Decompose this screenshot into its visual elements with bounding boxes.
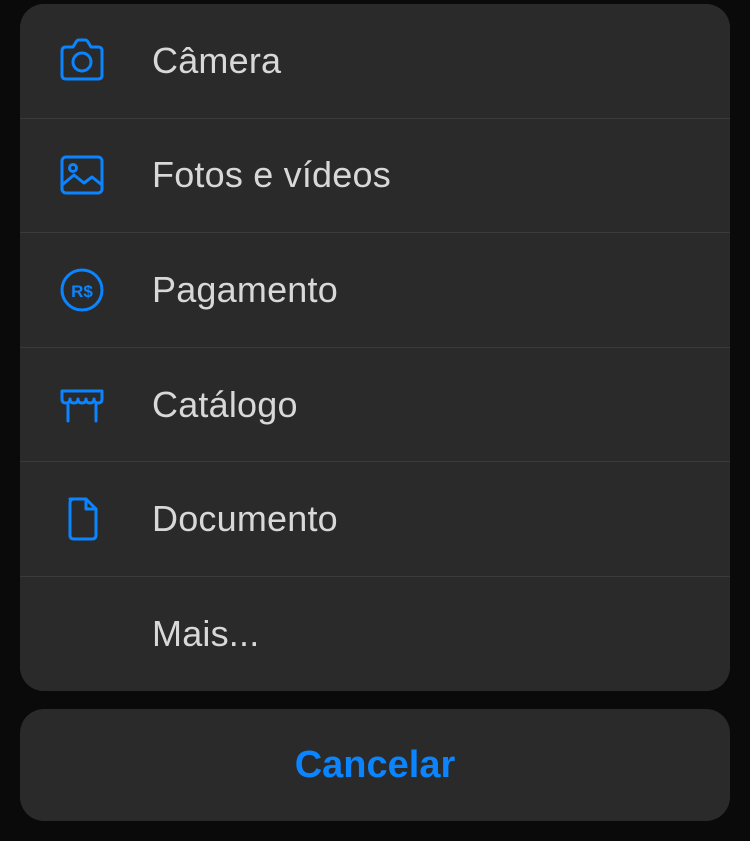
empty-icon-slot xyxy=(56,608,108,660)
document-icon xyxy=(56,493,108,545)
menu-item-label: Câmera xyxy=(152,40,281,82)
camera-icon xyxy=(56,35,108,87)
menu-item-catalog[interactable]: Catálogo xyxy=(20,348,730,463)
menu-item-camera[interactable]: Câmera xyxy=(20,4,730,119)
svg-text:R$: R$ xyxy=(71,282,93,301)
action-sheet: Câmera Fotos e vídeos R$ Pagamento xyxy=(20,4,730,691)
menu-item-document[interactable]: Documento xyxy=(20,462,730,577)
cancel-button[interactable]: Cancelar xyxy=(20,709,730,821)
image-icon xyxy=(56,149,108,201)
menu-item-label: Catálogo xyxy=(152,384,298,426)
cancel-label: Cancelar xyxy=(295,744,456,787)
menu-item-label: Documento xyxy=(152,498,338,540)
menu-item-label: Mais... xyxy=(152,613,259,655)
menu-item-photos-videos[interactable]: Fotos e vídeos xyxy=(20,119,730,234)
menu-item-label: Fotos e vídeos xyxy=(152,154,391,196)
menu-item-label: Pagamento xyxy=(152,269,338,311)
menu-item-payment[interactable]: R$ Pagamento xyxy=(20,233,730,348)
storefront-icon xyxy=(56,379,108,431)
menu-item-more[interactable]: Mais... xyxy=(20,577,730,692)
payment-brl-icon: R$ xyxy=(56,264,108,316)
